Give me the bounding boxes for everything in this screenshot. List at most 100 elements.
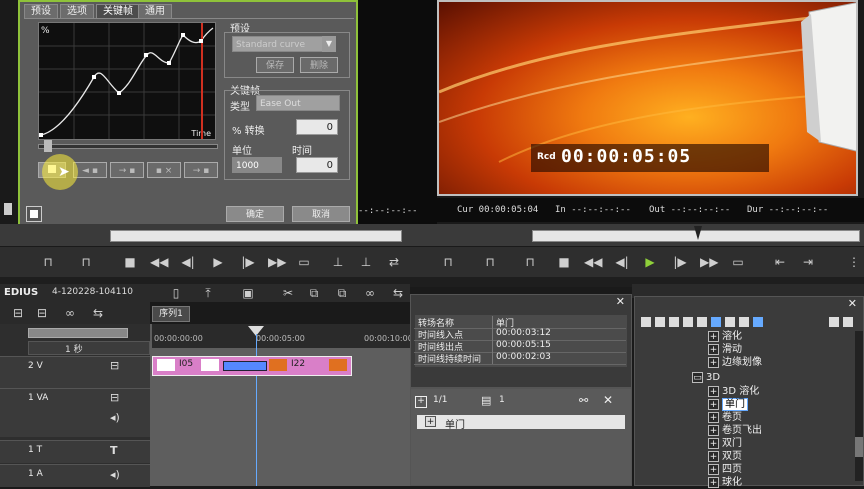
view-icon-5[interactable] — [697, 317, 707, 327]
loop-icon[interactable]: ▭ — [296, 254, 312, 270]
track-mode-icon[interactable]: ⇆ — [90, 305, 106, 321]
view-icon-9[interactable] — [753, 317, 763, 327]
cut-icon[interactable]: ✂ — [280, 285, 296, 301]
more-icon[interactable]: ⋮ — [846, 254, 862, 270]
effects-item[interactable]: + 卷页 — [708, 411, 742, 424]
close-icon[interactable]: ✕ — [616, 295, 625, 308]
set-in-icon[interactable]: ⊓ — [40, 254, 56, 270]
scale-field[interactable]: 1 秒 — [28, 341, 150, 355]
link-icon[interactable]: ∞ — [362, 285, 378, 301]
open-icon[interactable]: ⤒ — [200, 285, 216, 301]
position-slider-handle[interactable] — [44, 140, 52, 152]
goto-out-icon[interactable]: ⇥ — [800, 254, 816, 270]
delete-preset-button[interactable]: 删除 — [300, 57, 338, 73]
percent-input[interactable]: 0 — [296, 119, 338, 135]
goto-in-icon[interactable]: ⇤ — [772, 254, 788, 270]
effects-item[interactable]: + 球化 — [708, 476, 742, 489]
effects-scrollbar[interactable] — [855, 331, 863, 481]
track-header-1t[interactable]: 1 T T — [0, 440, 150, 463]
tab-general[interactable]: 通用 — [138, 4, 172, 19]
ripple-icon[interactable]: ⇆ — [390, 285, 406, 301]
clip-track-2v[interactable]: I05 I22 — [152, 356, 352, 376]
expand-checkbox[interactable] — [26, 206, 42, 222]
effects-item[interactable]: + 双页 — [708, 450, 742, 463]
effects-folder[interactable]: ▭ 3D — [692, 371, 720, 384]
tab-presets[interactable]: 预设 — [24, 4, 58, 19]
track-header-1va[interactable]: 1 VA ⊟ ◂) — [0, 388, 150, 437]
paste-icon[interactable]: ⧉ — [334, 285, 350, 301]
rec-fast-forward-icon[interactable]: ▶▶ — [700, 254, 718, 270]
track-sync-icon[interactable]: ∞ — [62, 305, 78, 321]
track-header-2v[interactable]: 2 V ⊟ — [0, 356, 150, 389]
step-back-icon[interactable]: ◀| — [180, 254, 196, 270]
chevron-down-icon[interactable]: ▼ — [322, 36, 336, 52]
fast-forward-icon[interactable]: ▶▶ — [268, 254, 286, 270]
new-sequence-icon[interactable]: ▯ — [168, 285, 184, 301]
rec-set-out-icon[interactable]: ⊓ — [482, 254, 498, 270]
play-icon[interactable]: ▶ — [210, 254, 226, 270]
tab-options[interactable]: 选项 — [60, 4, 94, 19]
player-scrubber[interactable] — [110, 230, 402, 242]
overwrite-icon[interactable]: ⊥ — [358, 254, 374, 270]
save-preset-button[interactable]: 保存 — [256, 57, 294, 73]
rec-rewind-icon[interactable]: ◀◀ — [584, 254, 602, 270]
cancel-button[interactable]: 取消 — [292, 206, 350, 222]
track-delete-icon[interactable]: ⊟ — [34, 305, 50, 321]
insert-icon[interactable]: ⊥ — [330, 254, 346, 270]
view-icon-7[interactable] — [725, 317, 735, 327]
delete-keyframe-button[interactable]: ▪ × — [147, 162, 181, 178]
rec-step-forward-icon[interactable]: |▶ — [672, 254, 688, 270]
view-icon-3[interactable] — [669, 317, 679, 327]
add-icon[interactable]: + — [415, 396, 427, 408]
rec-loop-icon[interactable]: ▭ — [730, 254, 746, 270]
close-palette-icon[interactable]: ✕ — [603, 393, 613, 407]
tab-keyframe[interactable]: 关键帧 — [96, 4, 140, 19]
view-icon-6[interactable] — [711, 317, 721, 327]
link-icon[interactable]: ⚯ — [579, 394, 588, 407]
rec-mark-icon[interactable]: ⊓ — [522, 254, 538, 270]
list-view-icon[interactable] — [829, 317, 839, 327]
effects-item[interactable]: +3D 溶化 — [708, 385, 759, 398]
track-header-1a[interactable]: 1 A ◂) — [0, 464, 150, 487]
effects-item[interactable]: + 四页 — [708, 463, 742, 476]
rewind-icon[interactable]: ◀◀ — [150, 254, 168, 270]
effects-item[interactable]: + 溶化 — [708, 330, 742, 343]
effects-item[interactable]: + 双门 — [708, 437, 742, 450]
tab-sequence-1[interactable]: 序列1 — [152, 306, 190, 322]
rec-step-back-icon[interactable]: ◀| — [614, 254, 630, 270]
effects-item[interactable]: + 滑动 — [708, 343, 742, 356]
curve-graph[interactable]: % Time — [38, 22, 216, 140]
transition-block[interactable] — [223, 361, 267, 371]
effects-item[interactable]: + 单门 — [708, 398, 748, 411]
view-icon-2[interactable] — [655, 317, 665, 327]
prev-keyframe-button[interactable]: ◄ ▪ — [73, 162, 107, 178]
ok-button[interactable]: 确定 — [226, 206, 284, 222]
step-forward-icon[interactable]: |▶ — [240, 254, 256, 270]
zoom-slider[interactable] — [28, 328, 128, 338]
preset-dropdown[interactable]: Standard curve — [232, 36, 336, 52]
unit-dropdown[interactable]: 1000 — [232, 157, 282, 173]
view-icon-4[interactable] — [683, 317, 693, 327]
replace-icon[interactable]: ⇄ — [386, 254, 402, 270]
position-slider[interactable] — [38, 144, 218, 149]
track-add-icon[interactable]: ⊟ — [10, 305, 26, 321]
view-icon-8[interactable] — [739, 317, 749, 327]
effects-item[interactable]: + 边缘划像 — [708, 356, 762, 369]
grid-view-icon[interactable] — [843, 317, 853, 327]
rec-play-icon[interactable]: ▶ — [642, 254, 658, 270]
close-effects-icon[interactable]: ✕ — [848, 297, 857, 310]
effects-item[interactable]: + 卷页飞出 — [708, 424, 762, 437]
type-dropdown[interactable]: Ease Out — [256, 95, 340, 111]
palette-item-selected[interactable]: + 单门 — [417, 415, 625, 431]
stop-icon[interactable]: ■ — [122, 254, 138, 270]
rec-stop-icon[interactable]: ■ — [556, 254, 572, 270]
effects-scroll-thumb[interactable] — [855, 437, 863, 457]
copy-icon[interactable]: ⧉ — [306, 285, 322, 301]
time-input[interactable]: 0 — [296, 157, 338, 173]
set-out-icon[interactable]: ⊓ — [78, 254, 94, 270]
view-icon-1[interactable] — [641, 317, 651, 327]
rec-set-in-icon[interactable]: ⊓ — [440, 254, 456, 270]
last-keyframe-button[interactable]: → ▪ — [184, 162, 218, 178]
next-keyframe-button[interactable]: → ▪ — [110, 162, 144, 178]
save-icon[interactable]: ▣ — [240, 285, 256, 301]
